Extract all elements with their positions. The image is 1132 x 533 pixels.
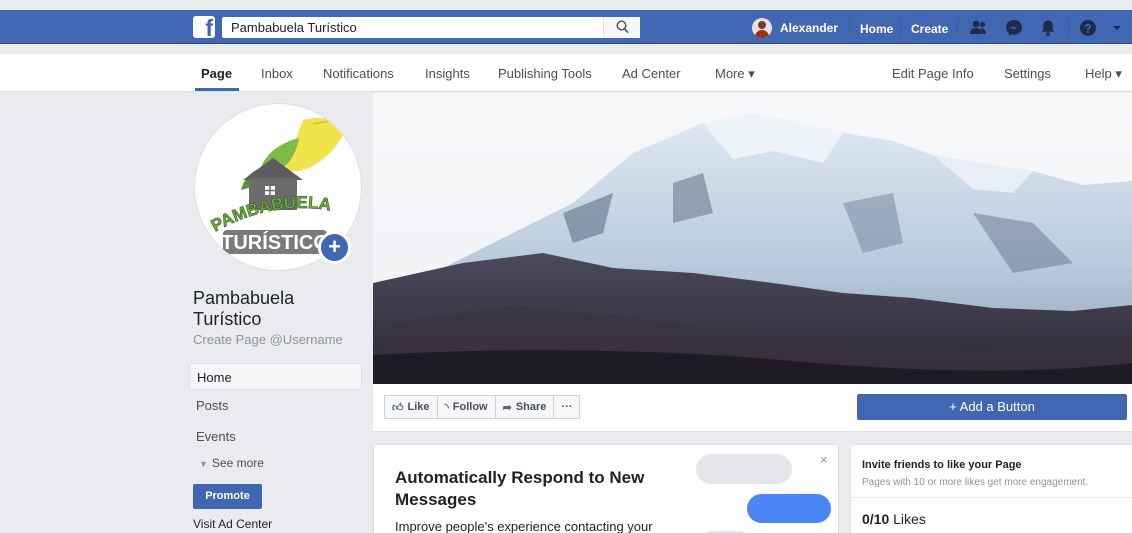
tab-inbox[interactable]: Inbox [261, 66, 293, 81]
likes-label: Likes [893, 511, 926, 527]
cover-image [373, 93, 1132, 384]
tab-insights[interactable]: Insights [425, 66, 470, 81]
tab-help[interactable]: Help ▾ [1085, 66, 1122, 82]
rss-follow-icon: ◝ [444, 401, 449, 414]
page-action-bar: 👍︎ Like ◝ Follow ➦ Share ··· + Add a Button [373, 384, 1132, 432]
thumbs-up-icon: 👍︎ [392, 401, 404, 414]
share-button[interactable]: ➦ Share [496, 396, 555, 418]
visit-ad-center-link[interactable]: Visit Ad Center [193, 517, 272, 531]
more-actions-button[interactable]: ··· [554, 396, 579, 418]
tab-publishing-tools[interactable]: Publishing Tools [498, 66, 592, 81]
search-input[interactable]: Pambabuela Turístico [222, 17, 640, 38]
page-title: Pambabuela Turístico [193, 288, 295, 329]
close-icon[interactable]: × [820, 452, 828, 467]
chat-bubble-illustration [747, 494, 831, 523]
sidebar-item-events[interactable]: Events [196, 429, 236, 444]
top-navigation-bar: f Pambabuela Turístico Alexander Home Cr… [0, 10, 1132, 44]
search-icon [616, 20, 629, 34]
friend-requests-icon[interactable] [968, 18, 988, 38]
profile-link[interactable]: Alexander [752, 17, 838, 39]
share-arrow-icon: ➦ [502, 401, 512, 414]
see-more-label: See more [211, 456, 264, 470]
tab-ad-center[interactable]: Ad Center [622, 66, 681, 81]
card-title: Automatically Respond to New Messages [395, 468, 645, 509]
share-label: Share [515, 401, 547, 413]
divider [1068, 19, 1069, 35]
account-menu-caret-icon[interactable] [1111, 18, 1123, 38]
divider [849, 19, 850, 35]
card-description: Improve people's experience contacting y… [395, 519, 653, 533]
create-link[interactable]: Create [911, 22, 948, 36]
home-link[interactable]: Home [860, 22, 893, 36]
search-button[interactable] [603, 17, 640, 38]
like-label: Like [407, 401, 430, 413]
divider [851, 497, 1132, 498]
active-tab-indicator [195, 88, 239, 91]
likes-counter: 0/10 Likes [862, 511, 926, 527]
caret-down-icon: ▼ [199, 459, 208, 469]
user-name: Alexander [780, 21, 839, 35]
page-actions-group: 👍︎ Like ◝ Follow ➦ Share ··· [384, 395, 581, 419]
create-username-link[interactable]: Create Page @Username [193, 332, 343, 347]
messenger-icon[interactable] [1004, 18, 1024, 38]
tab-settings[interactable]: Settings [1004, 66, 1051, 81]
invite-title: Invite friends to like your Page [862, 459, 1022, 471]
sidebar-item-home[interactable]: Home [189, 363, 362, 390]
svg-text:?: ? [1084, 22, 1091, 36]
chat-bubble-illustration [696, 454, 792, 484]
update-profile-picture-button[interactable]: + [318, 231, 351, 264]
divider [900, 19, 901, 35]
follow-label: Follow [452, 401, 488, 413]
divider [957, 19, 958, 35]
sidebar-item-posts[interactable]: Posts [196, 398, 229, 413]
facebook-logo-icon[interactable]: f [193, 16, 215, 38]
page-tab-bar: Page Inbox Notifications Insights Publis… [0, 54, 1132, 92]
svg-text:TURÍSTICO: TURÍSTICO [221, 231, 329, 254]
tab-page[interactable]: Page [201, 66, 232, 81]
add-a-button-button[interactable]: + Add a Button [857, 394, 1127, 420]
cover-photo[interactable] [373, 93, 1132, 384]
like-button[interactable]: 👍︎ Like [385, 396, 438, 418]
help-icon[interactable]: ? [1078, 18, 1098, 38]
tab-more[interactable]: More ▾ [715, 66, 755, 82]
avatar [752, 18, 772, 38]
follow-button[interactable]: ◝ Follow [438, 396, 496, 418]
promote-button[interactable]: Promote [193, 484, 262, 509]
invite-subtitle: Pages with 10 or more likes get more eng… [862, 477, 1089, 488]
auto-respond-card: Automatically Respond to New Messages Im… [373, 444, 839, 533]
notifications-bell-icon[interactable] [1038, 18, 1058, 38]
see-more-link[interactable]: ▼ See more [199, 456, 264, 470]
invite-friends-card: Invite friends to like your Page Pages w… [850, 444, 1132, 533]
tab-edit-page-info[interactable]: Edit Page Info [892, 66, 974, 81]
tab-notifications[interactable]: Notifications [323, 66, 394, 81]
likes-count: 0/10 [862, 511, 890, 527]
